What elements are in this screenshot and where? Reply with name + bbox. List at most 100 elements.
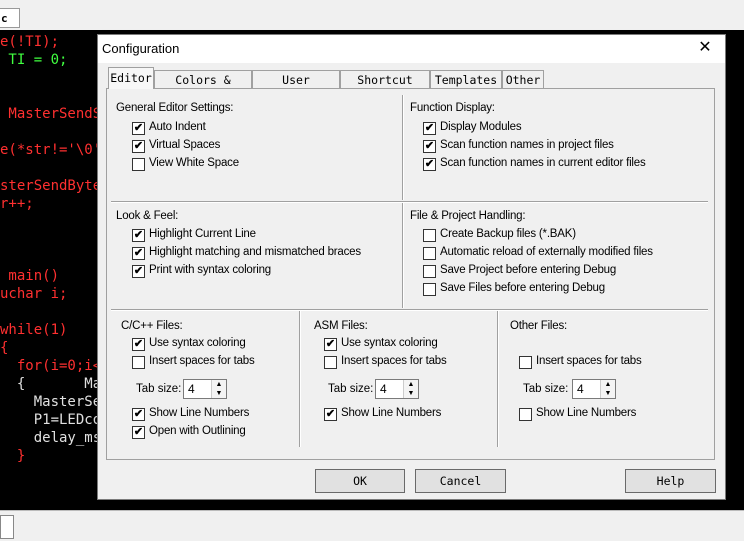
checkbox-label: Show Line Numbers xyxy=(341,407,442,419)
dialog-title-bar[interactable]: Configuration ✕ xyxy=(98,35,725,63)
code-line: TI = 0; xyxy=(0,52,68,68)
code-line: sterSendByte( xyxy=(0,178,110,194)
checkbox-label: Use syntax coloring xyxy=(149,337,246,349)
editor-settings-panel: General Editor Settings: ✔ Auto Indent ✔… xyxy=(106,88,715,460)
editor-tab-bar: c xyxy=(0,0,744,31)
other-files-label: Other Files: xyxy=(510,320,568,332)
checkbox-box[interactable]: ✔ xyxy=(132,122,145,135)
other-tab-size-label: Tab size: xyxy=(523,383,569,395)
checkbox-box[interactable] xyxy=(132,158,145,171)
code-line: main() xyxy=(0,268,60,284)
spin-down-icon[interactable]: ▼ xyxy=(211,389,226,398)
checkbox-box[interactable]: ✔ xyxy=(132,338,145,351)
column-divider xyxy=(402,95,404,200)
code-line: while(1) xyxy=(0,322,68,338)
asm-files-label: ASM Files: xyxy=(314,320,368,332)
configuration-dialog: Configuration ✕ Editor Colors & Fonts Us… xyxy=(97,34,726,500)
checkbox-box[interactable]: ✔ xyxy=(324,408,337,421)
tab-other[interactable]: Other xyxy=(502,70,544,88)
code-line: P1=LEDco xyxy=(0,412,102,428)
editor-bottom-tab[interactable] xyxy=(0,515,14,539)
checkbox-label: Save Project before entering Debug xyxy=(440,264,617,276)
c-files-label: C/C++ Files: xyxy=(121,320,183,332)
other-tab-size-spinner[interactable]: 4 ▲ ▼ xyxy=(572,379,616,399)
code-line: for(i=0;i<8 xyxy=(0,358,110,374)
checkbox-box[interactable]: ✔ xyxy=(423,140,436,153)
checkbox-label: Insert spaces for tabs xyxy=(149,355,255,367)
function-display-label: Function Display: xyxy=(410,102,495,114)
checkbox-label: Highlight matching and mismatched braces xyxy=(149,246,361,258)
close-icon[interactable]: ✕ xyxy=(693,37,717,59)
spin-down-icon[interactable]: ▼ xyxy=(600,389,615,398)
checkbox-box[interactable]: ✔ xyxy=(132,140,145,153)
checkbox-box[interactable] xyxy=(423,229,436,242)
checkbox-label: Show Line Numbers xyxy=(536,407,637,419)
tab-user-keywords[interactable]: User Keywords xyxy=(252,70,340,105)
checkbox-box[interactable]: ✔ xyxy=(132,265,145,278)
checkbox-label: Scan function names in project files xyxy=(440,139,614,151)
checkbox-label: Scan function names in current editor fi… xyxy=(440,157,646,169)
checkbox-box[interactable]: ✔ xyxy=(132,247,145,260)
checkbox-label: Virtual Spaces xyxy=(149,139,221,151)
other-tab-size-value[interactable]: 4 xyxy=(577,382,584,396)
tab-templates[interactable]: Templates xyxy=(430,70,502,88)
checkbox-label: View White Space xyxy=(149,157,239,169)
file-project-handling-label: File & Project Handling: xyxy=(410,210,526,222)
column-divider xyxy=(299,311,301,447)
checkbox-box[interactable]: ✔ xyxy=(132,426,145,439)
code-line: MasterSe xyxy=(0,394,102,410)
ok-button[interactable]: OK xyxy=(315,469,405,493)
code-line: { Ma xyxy=(0,376,102,392)
checkbox-label: Insert spaces for tabs xyxy=(536,355,642,367)
checkbox-label: Highlight Current Line xyxy=(149,228,256,240)
checkbox-label: Auto Indent xyxy=(149,121,206,133)
checkbox-box[interactable] xyxy=(423,247,436,260)
section-divider xyxy=(111,201,708,203)
c-tab-size-spinner[interactable]: 4 ▲ ▼ xyxy=(183,379,227,399)
code-line: } xyxy=(0,448,26,464)
asm-tab-size-spinner[interactable]: 4 ▲ ▼ xyxy=(375,379,419,399)
checkbox-box[interactable] xyxy=(324,356,337,369)
checkbox-box[interactable] xyxy=(132,356,145,369)
code-line: MasterSendSt xyxy=(0,106,110,122)
asm-tab-size-value[interactable]: 4 xyxy=(380,382,387,396)
general-editor-settings-label: General Editor Settings: xyxy=(116,102,234,114)
spin-down-icon[interactable]: ▼ xyxy=(403,389,418,398)
code-line: { xyxy=(0,340,9,356)
column-divider xyxy=(497,311,499,447)
c-tab-size-value[interactable]: 4 xyxy=(188,382,195,396)
help-button[interactable]: Help xyxy=(625,469,716,493)
asm-tab-size-label: Tab size: xyxy=(328,383,374,395)
checkbox-label: Display Modules xyxy=(440,121,522,133)
checkbox-box[interactable]: ✔ xyxy=(423,122,436,135)
section-divider xyxy=(111,309,708,311)
c-tab-size-label: Tab size: xyxy=(136,383,182,395)
checkbox-box[interactable]: ✔ xyxy=(132,408,145,421)
checkbox-box[interactable] xyxy=(519,408,532,421)
checkbox-label: Automatic reload of externally modified … xyxy=(440,246,653,258)
code-line: e(!TI); xyxy=(0,34,60,50)
checkbox-box[interactable]: ✔ xyxy=(423,158,436,171)
code-line: uchar i; xyxy=(0,286,68,302)
checkbox-label: Use syntax coloring xyxy=(341,337,438,349)
editor-file-tab[interactable]: c xyxy=(0,8,20,28)
editor-status-strip xyxy=(0,510,744,541)
tab-colors-fonts[interactable]: Colors & Fonts xyxy=(154,70,252,105)
checkbox-label: Print with syntax coloring xyxy=(149,264,271,276)
code-line: delay_ms xyxy=(0,430,102,446)
checkbox-box[interactable] xyxy=(423,265,436,278)
checkbox-box[interactable] xyxy=(423,283,436,296)
column-divider xyxy=(402,203,404,308)
checkbox-label: Create Backup files (*.BAK) xyxy=(440,228,576,240)
checkbox-box[interactable]: ✔ xyxy=(132,229,145,242)
tab-editor[interactable]: Editor xyxy=(108,67,154,89)
checkbox-box[interactable] xyxy=(519,356,532,369)
checkbox-label: Show Line Numbers xyxy=(149,407,250,419)
checkbox-box[interactable]: ✔ xyxy=(324,338,337,351)
dialog-title: Configuration xyxy=(102,41,180,56)
cancel-button[interactable]: Cancel xyxy=(415,469,506,493)
tab-shortcut-keys[interactable]: Shortcut Keys xyxy=(340,70,430,105)
checkbox-label: Save Files before entering Debug xyxy=(440,282,605,294)
code-line: e(*str!='\0') xyxy=(0,142,110,158)
code-line: r++; xyxy=(0,196,34,212)
